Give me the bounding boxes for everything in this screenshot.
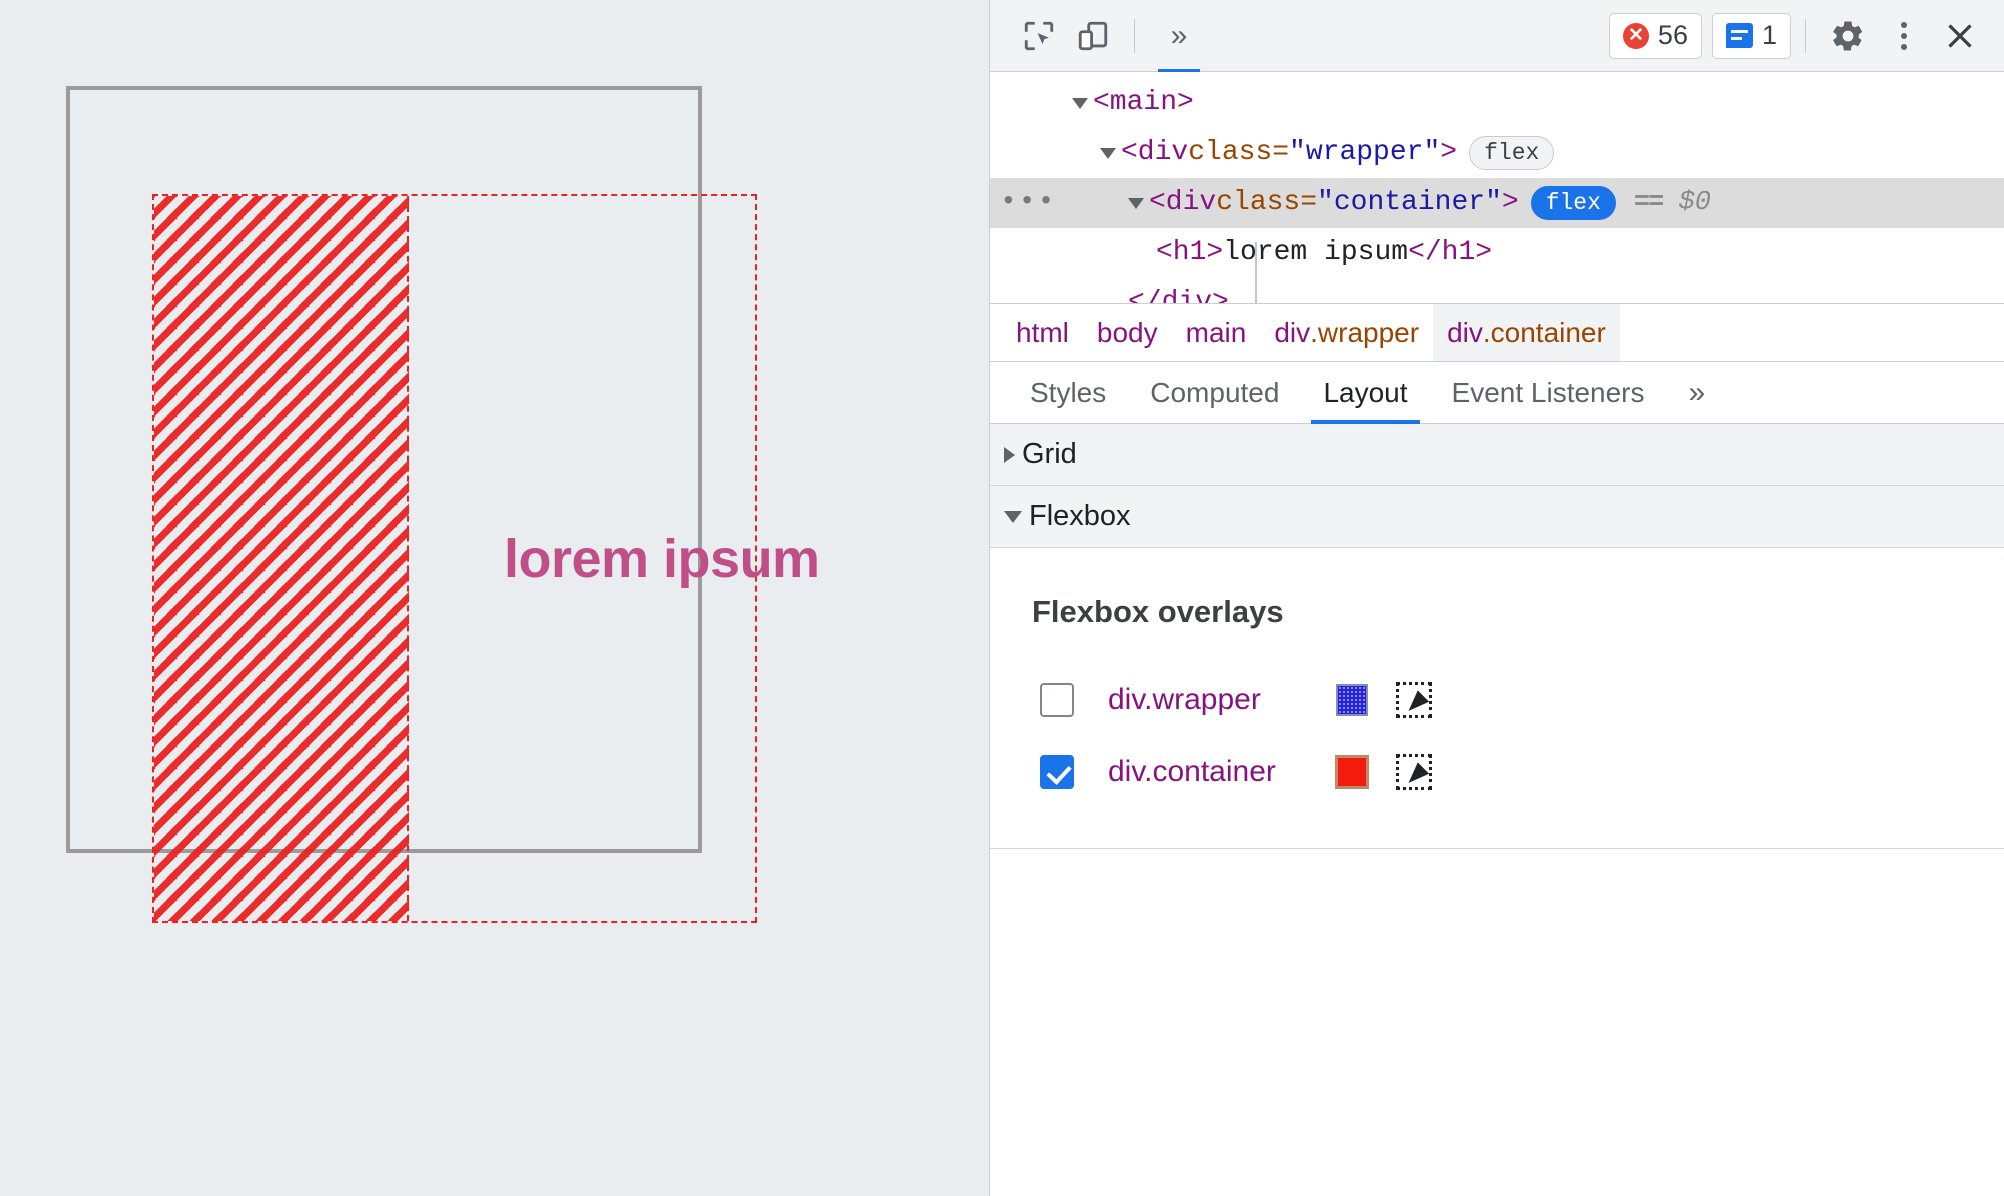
page-heading: lorem ipsum — [504, 528, 820, 589]
overlay-color-swatch[interactable] — [1336, 684, 1368, 716]
message-count: 1 — [1761, 20, 1777, 50]
breadcrumb-tag: body — [1096, 316, 1158, 348]
error-count: 56 — [1657, 20, 1688, 50]
dom-token-attr: class= — [1188, 137, 1290, 168]
overlay-checkbox[interactable] — [1040, 755, 1074, 789]
chevron-right-icon — [1004, 446, 1015, 463]
breadcrumb-item-div.wrapper[interactable]: div .wrapper — [1260, 304, 1433, 361]
overlay-label[interactable]: div.wrapper — [1108, 683, 1316, 717]
dom-token-tag: > — [1440, 137, 1458, 168]
devtools-panel: » ✕ 56 1 <main> <div class= "wrapper" > … — [989, 0, 2004, 1196]
breadcrumb-tag: html — [1016, 316, 1069, 348]
dom-tree[interactable]: •••<main>•••<div class="wrapper">flex•••… — [990, 72, 2004, 304]
dom-node-ellipsis: ••• — [1000, 278, 1044, 303]
flexbox-overlay-rows: div.wrapper div.container — [1032, 664, 2004, 808]
pane-divider — [990, 848, 2004, 849]
flexbox-overlays-body: Flexbox overlays div.wrapper div.containe… — [990, 548, 2004, 808]
grid-section-header[interactable]: Grid — [990, 424, 2004, 486]
flexbox-overlay-row: div.wrapper — [1032, 664, 2004, 736]
flexbox-section-label: Flexbox — [1029, 500, 1131, 532]
tab-styles[interactable]: Styles — [1008, 362, 1128, 423]
page-wrapper-frame: lorem ipsum — [66, 86, 820, 923]
dom-node-row[interactable]: ••• <div class="wrapper"> flex — [990, 128, 2004, 178]
devtools-window: lorem ipsum » ✕ 56 1 <main> <div class= … — [0, 0, 2004, 1196]
layout-pane: Grid Flexbox Flexbox overlays div.wrappe… — [990, 424, 2004, 1196]
dom-node-row[interactable]: ••• <main> — [990, 78, 2004, 128]
message-icon — [1725, 23, 1753, 48]
error-icon: ✕ — [1622, 22, 1649, 49]
tab-layout[interactable]: Layout — [1301, 362, 1429, 424]
breadcrumb-tag: main — [1185, 316, 1247, 348]
device-toolbar-icon[interactable] — [1066, 9, 1120, 63]
more-tabs-button[interactable]: » — [1667, 362, 1728, 423]
dom-token-tag: <div — [1149, 187, 1217, 218]
breadcrumb-item-main[interactable]: main — [1172, 304, 1261, 361]
overlay-checkbox[interactable] — [1040, 683, 1074, 717]
dom-token-tag: <main> — [1093, 87, 1194, 118]
breadcrumb-item-html[interactable]: html — [1002, 304, 1083, 361]
page-viewport: lorem ipsum — [0, 0, 989, 1196]
breadcrumb-class: .wrapper — [1310, 316, 1420, 348]
dom-node-row[interactable]: ••• </div> — [990, 278, 2004, 304]
kebab-menu-icon[interactable] — [1876, 8, 1932, 64]
selected-node-reference: == $0 — [1633, 188, 1711, 218]
dom-token-tag: > — [1501, 187, 1519, 218]
flexbox-overlay-row: div.container — [1032, 736, 2004, 808]
more-panels-button[interactable]: » — [1149, 9, 1209, 73]
devtools-tabs[interactable]: Styles Computed Layout Event Listeners» — [990, 362, 2004, 424]
dom-node-ellipsis: ••• — [1000, 128, 1044, 178]
select-element-icon[interactable] — [1396, 754, 1432, 790]
overlay-label[interactable]: div.container — [1108, 755, 1316, 789]
dom-node-ellipsis: ••• — [1000, 78, 1044, 128]
grid-section-label: Grid — [1022, 438, 1077, 470]
dom-token-tag: <h1> — [1156, 237, 1224, 268]
tab-event-listeners[interactable]: Event Listeners — [1430, 362, 1667, 423]
dom-indent-guide — [1255, 242, 1257, 303]
breadcrumb-class: .container — [1482, 316, 1606, 348]
disclosure-triangle-icon[interactable] — [1072, 97, 1088, 109]
breadcrumb[interactable]: html body main div .wrapper div .container — [990, 304, 2004, 362]
kebab-dots — [1901, 21, 1907, 50]
flex-badge[interactable]: flex — [1530, 186, 1616, 220]
inspect-element-icon[interactable] — [1012, 9, 1066, 63]
close-icon[interactable] — [1932, 8, 1988, 64]
toolbar-divider-2 — [1805, 18, 1806, 53]
dom-token-tag: </h1> — [1408, 237, 1493, 268]
overlay-color-swatch[interactable] — [1335, 755, 1369, 789]
flex-free-space-hatching — [154, 196, 409, 921]
breadcrumb-tag: div — [1274, 316, 1311, 348]
toolbar-divider-1 — [1134, 18, 1135, 53]
flexbox-overlays-title: Flexbox overlays — [1032, 594, 1284, 629]
gear-icon[interactable] — [1820, 8, 1876, 64]
dom-token-tag: </div> — [1128, 287, 1229, 304]
dom-token-txt: lorem ipsum — [1223, 237, 1409, 268]
dom-node-ellipsis: ••• — [1000, 228, 1044, 278]
dom-token-attr: class= — [1216, 187, 1318, 218]
dom-token-tag: <div — [1121, 137, 1189, 168]
tab-computed[interactable]: Computed — [1128, 362, 1301, 423]
breadcrumb-item-body[interactable]: body — [1083, 304, 1172, 361]
dom-node-ellipsis[interactable]: ••• — [1000, 178, 1054, 228]
chevron-down-icon — [1004, 510, 1022, 523]
devtools-toolbar: » ✕ 56 1 — [990, 0, 2004, 73]
dom-node-row[interactable]: ••• <h1>lorem ipsum</h1> — [990, 228, 2004, 278]
dom-node-row[interactable]: ••• <div class= "container" > flex == $0 — [990, 178, 2004, 228]
message-counter[interactable]: 1 — [1711, 12, 1791, 59]
flex-badge[interactable]: flex — [1469, 136, 1555, 170]
dom-token-val: "wrapper" — [1289, 137, 1441, 168]
error-counter[interactable]: ✕ 56 — [1608, 12, 1702, 59]
select-element-icon[interactable] — [1396, 682, 1432, 718]
disclosure-triangle-icon[interactable] — [1128, 197, 1144, 209]
flexbox-section-header[interactable]: Flexbox — [990, 486, 2004, 548]
breadcrumb-item-div.container[interactable]: div .container — [1433, 304, 1620, 361]
breadcrumb-tag: div — [1447, 316, 1483, 348]
disclosure-triangle-icon[interactable] — [1100, 147, 1116, 159]
dom-rows: •••<main>•••<div class="wrapper">flex•••… — [990, 78, 2004, 304]
flexbox-overlay-container: lorem ipsum — [152, 194, 820, 923]
dom-token-val: "container" — [1317, 187, 1502, 218]
